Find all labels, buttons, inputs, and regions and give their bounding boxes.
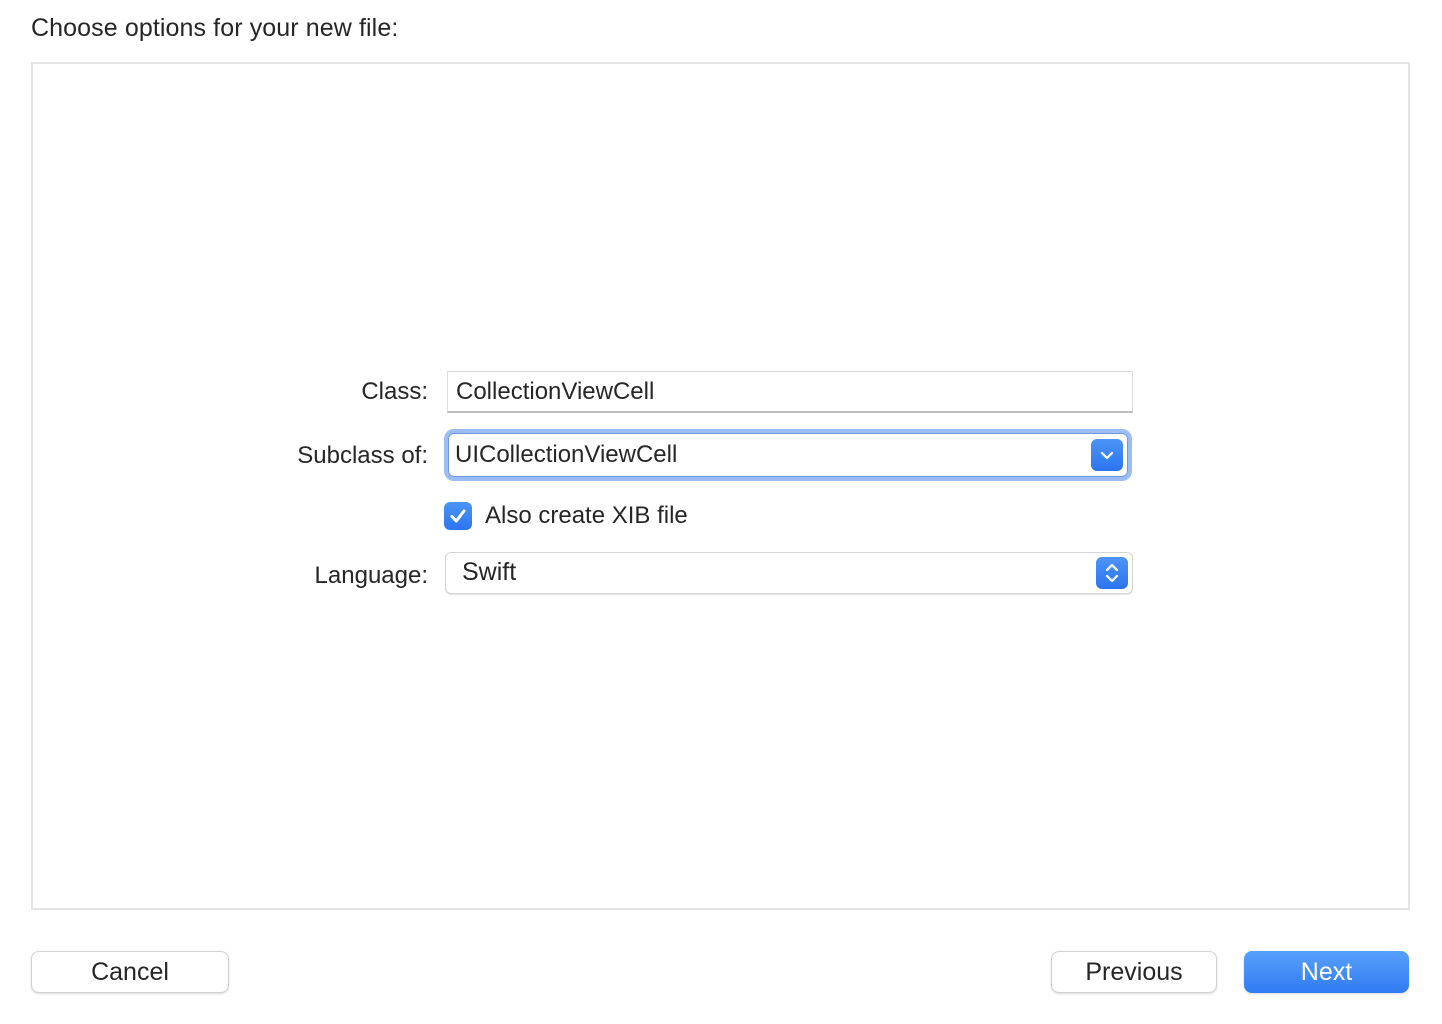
dialog-heading: Choose options for your new file: — [31, 14, 399, 42]
language-popup[interactable]: Swift — [445, 552, 1133, 594]
up-down-chevron-icon[interactable] — [1096, 557, 1128, 589]
xib-checkbox[interactable] — [444, 502, 472, 530]
options-panel — [31, 62, 1410, 910]
subclass-popup-value: UICollectionViewCell — [455, 441, 678, 468]
subclass-popup[interactable]: UICollectionViewCell — [444, 429, 1132, 481]
language-label: Language: — [314, 562, 428, 589]
next-button[interactable]: Next — [1244, 951, 1409, 993]
previous-button[interactable]: Previous — [1051, 951, 1217, 993]
subclass-label: Subclass of: — [297, 442, 428, 469]
xib-checkbox-label[interactable]: Also create XIB file — [485, 502, 688, 530]
checkmark-icon — [450, 509, 466, 523]
class-name-input[interactable]: CollectionViewCell — [447, 371, 1133, 413]
cancel-button[interactable]: Cancel — [31, 951, 229, 993]
chevron-down-icon[interactable] — [1091, 439, 1123, 471]
language-popup-value: Swift — [462, 558, 517, 586]
class-label: Class: — [361, 378, 428, 405]
